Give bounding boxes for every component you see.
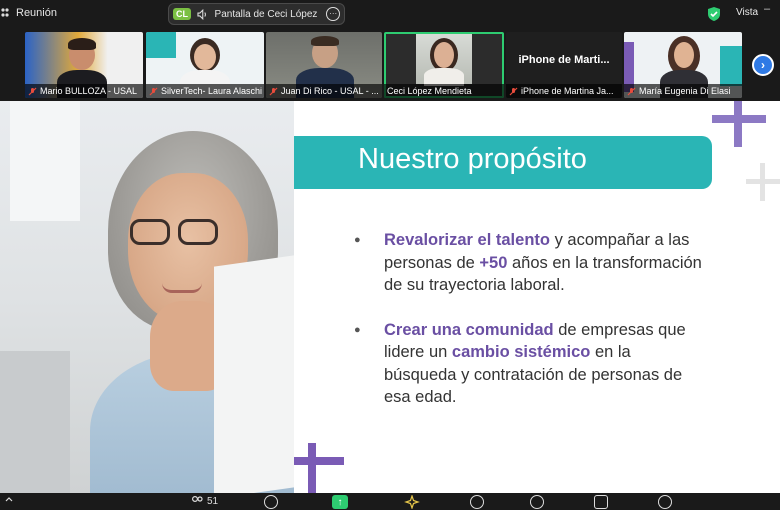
- participant-name-label: Juan Di Rico - USAL - ...: [266, 84, 382, 98]
- participant-tile[interactable]: SilverTech- Laura Alaschi: [146, 32, 264, 98]
- security-shield-icon[interactable]: [707, 6, 721, 22]
- background-shape: [146, 32, 176, 58]
- shared-screen: Nuestro propósito Revalorizar el talento…: [0, 101, 780, 493]
- presentation-slide: Nuestro propósito Revalorizar el talento…: [294, 101, 780, 493]
- background-shape: [720, 46, 742, 86]
- more-button[interactable]: [658, 495, 672, 509]
- share-banner-text: Pantalla de Ceci López Mendieta: [214, 8, 321, 20]
- presenter-badge: CL: [173, 8, 191, 20]
- slide-title: Nuestro propósito: [358, 143, 587, 175]
- participants-count: 51: [207, 495, 219, 507]
- participant-tile[interactable]: María Eugenia Di Elasi: [624, 32, 742, 98]
- meeting-toolbar: 51 ↑: [0, 493, 780, 510]
- participant-tile[interactable]: Juan Di Rico - USAL - ...: [266, 32, 382, 98]
- participant-name-label: iPhone de Martina Ja...: [506, 84, 622, 98]
- toolbar-left-control[interactable]: [5, 495, 13, 503]
- participant-video: [416, 34, 472, 86]
- mic-muted-icon: [627, 87, 636, 95]
- more-options-icon[interactable]: ···: [326, 7, 340, 21]
- mic-muted-icon: [28, 87, 37, 95]
- zoom-meeting-window: Reunión CL Pantalla de Ceci López Mendie…: [0, 0, 780, 510]
- participants-button[interactable]: 51: [190, 495, 218, 507]
- participant-tile[interactable]: Mario BULLOZA - USAL: [25, 32, 143, 98]
- ai-companion-button[interactable]: [404, 495, 420, 509]
- minimize-icon[interactable]: –: [764, 3, 770, 15]
- slide-bullet: Crear una comunidad de empresas que lide…: [354, 319, 704, 409]
- participant-strip: Mario BULLOZA - USAL SilverTech- Laura A…: [0, 28, 780, 100]
- reactions-icon: [594, 495, 608, 509]
- slide-bullet: Revalorizar el talento y acompañar a las…: [354, 229, 704, 297]
- participant-name-label: SilverTech- Laura Alaschi: [146, 84, 264, 98]
- participant-name-label: Ceci López Mendieta: [384, 84, 504, 98]
- chat-button[interactable]: [264, 495, 278, 509]
- share-screen-button[interactable]: ↑: [332, 495, 348, 509]
- zoom-app-icon: [1, 8, 9, 17]
- mic-muted-icon: [269, 87, 278, 95]
- more-icon: [658, 495, 672, 509]
- mic-muted-icon: [149, 87, 158, 95]
- participants-icon: [191, 495, 203, 503]
- screen-share-banner[interactable]: CL Pantalla de Ceci López Mendieta ···: [168, 3, 345, 25]
- apps-button[interactable]: [470, 495, 484, 509]
- share-screen-icon: ↑: [332, 495, 348, 509]
- app-title-group: Reunión: [0, 7, 57, 19]
- window-title: Reunión: [16, 7, 57, 19]
- sparkle-icon: [404, 495, 420, 509]
- chevron-right-icon: ›: [761, 58, 765, 72]
- participant-tile-active[interactable]: Ceci López Mendieta: [384, 32, 504, 98]
- window-controls: –: [764, 3, 770, 15]
- mic-muted-icon: [509, 87, 518, 95]
- apps-icon: [470, 495, 484, 509]
- record-icon: [530, 495, 544, 509]
- view-menu-button[interactable]: Vista: [736, 7, 758, 18]
- speaker-icon[interactable]: [197, 8, 209, 20]
- next-participants-button[interactable]: ›: [752, 54, 774, 76]
- participant-name-label: María Eugenia Di Elasi: [624, 84, 742, 98]
- chat-icon: [264, 495, 278, 509]
- participant-name-label: Mario BULLOZA - USAL: [25, 84, 143, 98]
- title-bar: Reunión CL Pantalla de Ceci López Mendie…: [0, 0, 780, 28]
- chevron-up-icon: [5, 497, 13, 502]
- record-button[interactable]: [530, 495, 544, 509]
- reactions-button[interactable]: [594, 495, 608, 509]
- slide-photo-woman-laptop: [0, 101, 294, 493]
- participant-display-name: iPhone de Marti...: [518, 54, 610, 66]
- slide-bullet-list: Revalorizar el talento y acompañar a las…: [354, 229, 704, 431]
- participant-tile[interactable]: iPhone de Marti... iPhone de Martina Ja.…: [506, 32, 622, 98]
